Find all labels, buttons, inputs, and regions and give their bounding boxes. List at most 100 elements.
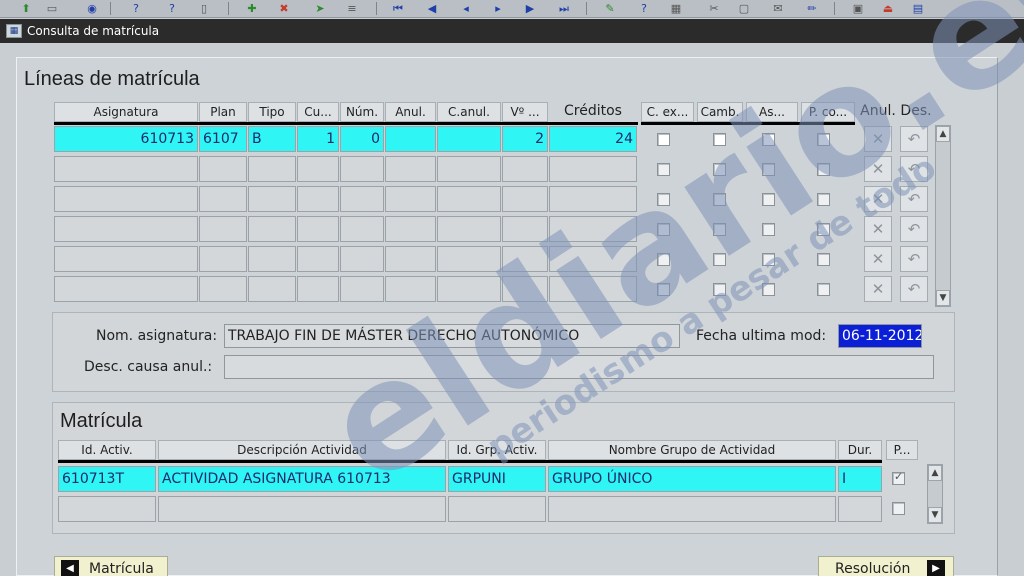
help-icon[interactable]: ?	[128, 1, 144, 16]
lineas-cell-tipo[interactable]: B	[248, 126, 296, 152]
chart-icon[interactable]: ▤	[910, 1, 926, 16]
lineas-cell-num[interactable]: 0	[340, 126, 384, 152]
deshacer-undo-icon[interactable]: ↶	[900, 276, 928, 302]
lineas-cell-v[interactable]: 2	[502, 126, 548, 152]
lineas-checkbox-as[interactable]	[762, 223, 775, 236]
lineas-checkbox-camb[interactable]	[713, 163, 726, 176]
matricula-checkbox-p[interactable]	[892, 502, 905, 515]
lineas-cell-tipo[interactable]	[248, 156, 296, 182]
lineas-cell-canul[interactable]	[437, 276, 501, 302]
lineas-cell-tipo[interactable]	[248, 246, 296, 272]
lineas-cell-num[interactable]	[340, 186, 384, 212]
lineas-checkbox-cex[interactable]	[657, 163, 670, 176]
anular-x-icon[interactable]: ✕	[864, 156, 892, 182]
lineas-checkbox-as[interactable]	[762, 163, 775, 176]
tools-icon[interactable]: ✂	[706, 1, 722, 16]
next-icon[interactable]: ▸	[490, 1, 506, 16]
lineas-cell-v[interactable]	[502, 156, 548, 182]
lineas-checkbox-as[interactable]	[762, 253, 775, 266]
lineas-cell-canul[interactable]	[437, 246, 501, 272]
matricula-cell-nombre_grupo[interactable]	[548, 496, 836, 522]
list-icon[interactable]: ≡	[344, 1, 360, 16]
lineas-cell-canul[interactable]	[437, 156, 501, 182]
lineas-cell-creditos[interactable]	[549, 216, 637, 242]
anular-x-icon[interactable]: ✕	[864, 126, 892, 152]
lineas-cell-asignatura[interactable]: 610713	[54, 126, 198, 152]
lineas-checkbox-camb[interactable]	[713, 253, 726, 266]
anular-x-icon[interactable]: ✕	[864, 186, 892, 212]
scroll-up-icon[interactable]: ▲	[928, 465, 942, 481]
anular-x-icon[interactable]: ✕	[864, 246, 892, 272]
desc-causa-anul-field[interactable]	[224, 355, 934, 379]
lineas-checkbox-pco[interactable]	[817, 133, 830, 146]
lineas-checkbox-pco[interactable]	[817, 193, 830, 206]
deshacer-undo-icon[interactable]: ↶	[900, 186, 928, 212]
help-icon[interactable]: ?	[164, 1, 180, 16]
lineas-checkbox-as[interactable]	[762, 283, 775, 296]
matricula-cell-id_activ[interactable]	[58, 496, 156, 522]
lineas-checkbox-pco[interactable]	[817, 283, 830, 296]
lineas-cell-asignatura[interactable]	[54, 216, 198, 242]
lineas-cell-v[interactable]	[502, 186, 548, 212]
anular-x-icon[interactable]: ✕	[864, 216, 892, 242]
fecha-ultima-mod-field[interactable]: 06-11-2012	[838, 324, 922, 348]
next-page-icon[interactable]: ▶	[522, 1, 538, 16]
matricula-cell-id_activ[interactable]: 610713T	[58, 466, 156, 492]
matricula-cell-dur[interactable]	[838, 496, 882, 522]
lineas-cell-creditos[interactable]	[549, 276, 637, 302]
lineas-cell-cu[interactable]	[297, 246, 339, 272]
lineas-cell-anul[interactable]	[385, 246, 436, 272]
scroll-down-icon[interactable]: ▼	[928, 507, 942, 523]
matricula-checkbox-p[interactable]	[892, 470, 905, 485]
matricula-cell-id_grp[interactable]	[448, 496, 546, 522]
scroll-down-icon[interactable]: ▼	[936, 290, 950, 306]
lineas-cell-asignatura[interactable]	[54, 246, 198, 272]
document-icon[interactable]: ▯	[196, 1, 212, 16]
delete-record-icon[interactable]: ✖	[276, 1, 292, 16]
last-icon[interactable]: ⏭	[556, 1, 572, 16]
screen-icon[interactable]: ▣	[850, 1, 866, 16]
navigate-icon[interactable]: ➤	[312, 1, 328, 16]
lineas-cell-v[interactable]	[502, 246, 548, 272]
matricula-nav-button[interactable]: ◀ Matrícula	[54, 556, 168, 576]
nom-asignatura-field[interactable]: TRABAJO FIN DE MÁSTER DERECHO AUTONÓMICO	[224, 324, 680, 348]
lineas-cell-num[interactable]	[340, 276, 384, 302]
lineas-checkbox-camb[interactable]	[713, 193, 726, 206]
lineas-cell-anul[interactable]	[385, 186, 436, 212]
lineas-checkbox-pco[interactable]	[817, 253, 830, 266]
lineas-cell-canul[interactable]	[437, 126, 501, 152]
lineas-checkbox-camb[interactable]	[713, 283, 726, 296]
lineas-checkbox-pco[interactable]	[817, 223, 830, 236]
info-icon[interactable]: ?	[636, 1, 652, 16]
lineas-cell-creditos[interactable]	[549, 186, 637, 212]
lineas-checkbox-cex[interactable]	[657, 253, 670, 266]
deshacer-undo-icon[interactable]: ↶	[900, 126, 928, 152]
edit-icon[interactable]: ✎	[602, 1, 618, 16]
lineas-cell-tipo[interactable]	[248, 186, 296, 212]
previous-page-icon[interactable]: ◀	[424, 1, 440, 16]
anular-x-icon[interactable]: ✕	[864, 276, 892, 302]
previous-icon[interactable]: ◂	[458, 1, 474, 16]
query-icon[interactable]: ◉	[84, 1, 100, 16]
lineas-cell-v[interactable]	[502, 216, 548, 242]
window-icon[interactable]: ▢	[736, 1, 752, 16]
lineas-cell-asignatura[interactable]	[54, 276, 198, 302]
lineas-cell-cu[interactable]	[297, 156, 339, 182]
lineas-cell-plan[interactable]	[199, 186, 247, 212]
lineas-cell-asignatura[interactable]	[54, 186, 198, 212]
insert-record-icon[interactable]: ✚	[244, 1, 260, 16]
deshacer-undo-icon[interactable]: ↶	[900, 156, 928, 182]
lineas-cell-anul[interactable]	[385, 126, 436, 152]
mail-icon[interactable]: ✉	[770, 1, 786, 16]
lineas-cell-tipo[interactable]	[248, 276, 296, 302]
lineas-cell-canul[interactable]	[437, 216, 501, 242]
matricula-cell-id_grp[interactable]: GRPUNI	[448, 466, 546, 492]
matricula-cell-descripcion[interactable]	[158, 496, 446, 522]
save-icon[interactable]: ⬆	[18, 1, 34, 16]
matricula-cell-nombre_grupo[interactable]: GRUPO ÚNICO	[548, 466, 836, 492]
lineas-checkbox-cex[interactable]	[657, 283, 670, 296]
lineas-cell-creditos[interactable]	[549, 156, 637, 182]
resolucion-nav-button[interactable]: Resolución ▶	[818, 556, 954, 576]
lineas-checkbox-camb[interactable]	[713, 133, 726, 146]
lineas-checkbox-pco[interactable]	[817, 163, 830, 176]
